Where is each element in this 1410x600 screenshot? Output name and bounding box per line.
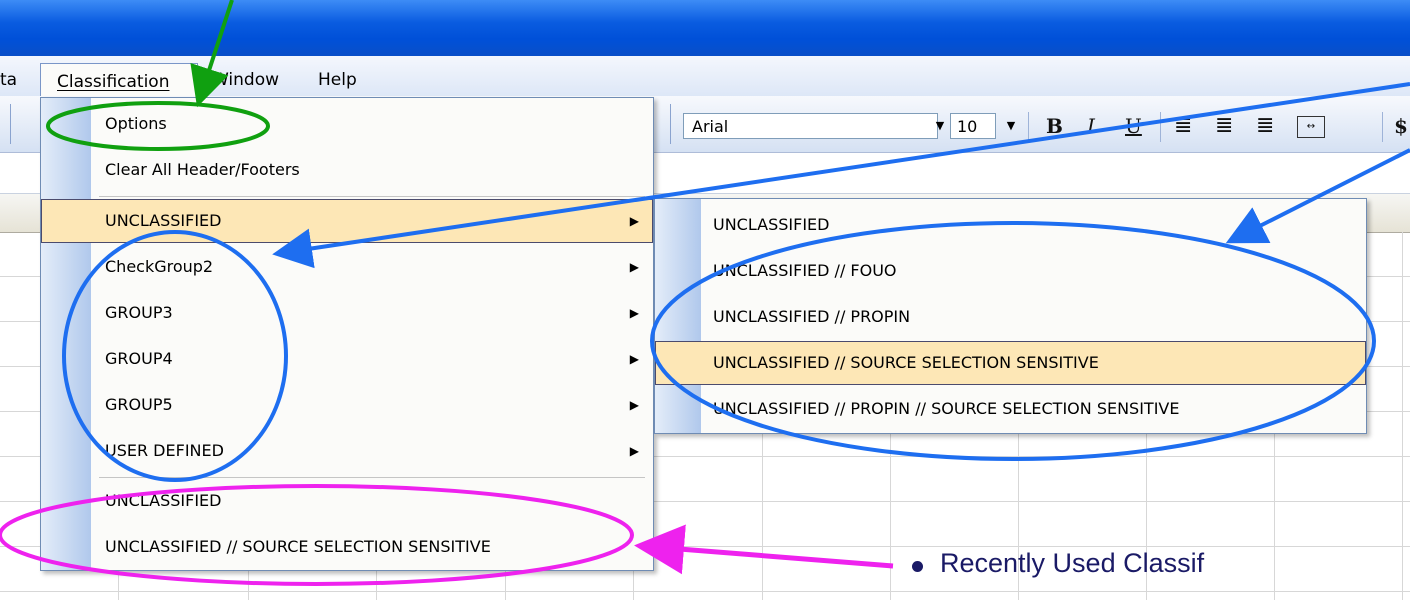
callout-bullet — [912, 561, 923, 572]
green-ellipse-options — [46, 101, 270, 151]
blue-arrow-groups — [272, 82, 1410, 269]
blue-arrow-submenu — [1225, 148, 1410, 244]
blue-ellipse-groups — [62, 230, 288, 482]
blue-ellipse-submenu — [650, 221, 1376, 461]
green-arrow — [190, 0, 234, 108]
magenta-arrow-recent — [634, 524, 894, 575]
magenta-ellipse-recent — [0, 484, 634, 586]
callout-recently-used: Recently Used Classif — [940, 548, 1205, 578]
annotation-overlay — [0, 0, 1410, 586]
